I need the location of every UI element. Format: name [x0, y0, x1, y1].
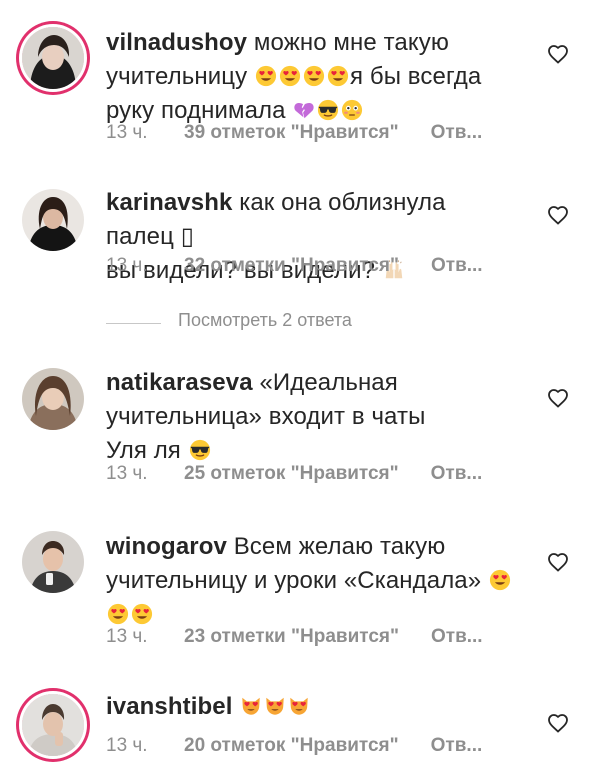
comment-meta: 13 ч. 25 отметок "Нравится" Отв... [106, 463, 482, 485]
username[interactable]: vilnadushoy [106, 29, 247, 56]
comment-meta: 13 ч. 32 отметки "Нравится" Отв... [106, 255, 483, 277]
like-heart-icon[interactable] [546, 42, 570, 66]
username[interactable]: natikaraseva [106, 369, 253, 396]
comment-body: Уля ля [106, 437, 181, 464]
heart-eyes-cat-icon [240, 695, 262, 717]
comment-body: учительницу [106, 63, 248, 90]
sunglasses-icon [189, 439, 211, 461]
reply-button[interactable]: Отв... [431, 735, 483, 756]
avatar[interactable] [22, 368, 84, 430]
view-replies-button[interactable]: Посмотреть 2 ответа [106, 310, 506, 336]
flushed-icon [341, 99, 363, 121]
heart-eyes-icon [107, 603, 129, 625]
like-heart-icon[interactable] [546, 203, 570, 227]
avatar[interactable] [22, 27, 84, 89]
view-replies-label: Посмотреть 2 ответа [178, 310, 352, 330]
reply-button[interactable]: Отв... [431, 626, 483, 647]
likes-count[interactable]: 25 отметок "Нравится" [184, 463, 399, 485]
heart-eyes-icon [489, 569, 511, 591]
timestamp: 13 ч. [106, 735, 148, 756]
likes-count[interactable]: 39 отметок "Нравится" [184, 122, 399, 144]
heart-eyes-icon [255, 65, 277, 87]
comment-text: winogarov Всем желаю такую учительницу и… [106, 530, 516, 632]
timestamp: 13 ч. [106, 122, 148, 143]
username[interactable]: ivanshtibel [106, 693, 232, 720]
comment-text: ivanshtibel [106, 690, 516, 724]
heart-eyes-cat-icon [288, 695, 310, 717]
comment-meta: 13 ч. 23 отметки "Нравится" Отв... [106, 626, 483, 648]
comment-body: учительница» входит в чаты [106, 403, 426, 430]
reply-button[interactable]: Отв... [431, 122, 483, 143]
comment-body: я бы всегда [349, 63, 482, 90]
comment-body: руку поднимала [106, 97, 286, 124]
comment-body: Всем желаю такую [233, 533, 446, 560]
like-heart-icon[interactable] [546, 550, 570, 574]
timestamp: 13 ч. [106, 463, 148, 484]
comment-meta: 13 ч. 39 отметок "Нравится" Отв... [106, 122, 482, 144]
likes-count[interactable]: 20 отметок "Нравится" [184, 735, 399, 757]
comment-meta: 13 ч. 20 отметок "Нравится" Отв... [106, 735, 482, 757]
heart-eyes-icon [303, 65, 325, 87]
timestamp: 13 ч. [106, 626, 148, 647]
reply-button[interactable]: Отв... [431, 463, 483, 484]
sunglasses-icon [317, 99, 339, 121]
heart-eyes-icon [131, 603, 153, 625]
likes-count[interactable]: 32 отметки "Нравится" [184, 255, 399, 277]
comment-body: «Идеальная [259, 369, 398, 396]
like-heart-icon[interactable] [546, 711, 570, 735]
username[interactable]: karinavshk [106, 189, 232, 216]
divider [106, 323, 161, 324]
timestamp: 13 ч. [106, 255, 148, 276]
avatar[interactable] [22, 531, 84, 593]
comment-text: vilnadushoy можно мне такую учительницу … [106, 26, 516, 128]
comment-text: natikaraseva «Идеальная учительница» вхо… [106, 366, 516, 468]
reply-button[interactable]: Отв... [431, 255, 483, 276]
avatar[interactable] [22, 189, 84, 251]
comment-body: учительницу и уроки «Скандала» [106, 567, 482, 594]
likes-count[interactable]: 23 отметки "Нравится" [184, 626, 399, 648]
heart-eyes-icon [279, 65, 301, 87]
heart-eyes-cat-icon [264, 695, 286, 717]
like-heart-icon[interactable] [546, 386, 570, 410]
avatar[interactable] [22, 694, 84, 756]
broken-heart-icon [293, 99, 315, 121]
comment-body: можно мне такую [253, 29, 449, 56]
heart-eyes-icon [327, 65, 349, 87]
username[interactable]: winogarov [106, 533, 227, 560]
